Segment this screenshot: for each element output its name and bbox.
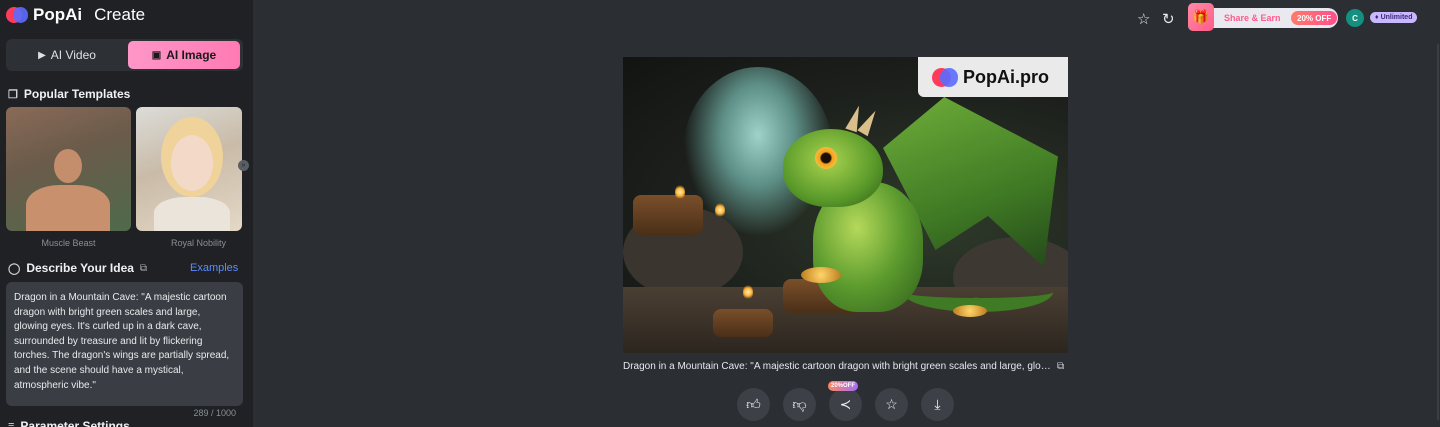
examples-link[interactable]: Examples (190, 262, 238, 274)
template-portrait-head (54, 149, 82, 183)
diamond-icon: ♦ (1375, 14, 1379, 21)
star-icon[interactable]: ☆ (1137, 10, 1150, 28)
mode-switch: ▶ AI Video ▣ AI Image (6, 39, 243, 71)
templates-next-icon[interactable]: » (238, 160, 249, 171)
torch-flame (675, 185, 685, 199)
brand-section: Create (94, 5, 146, 24)
history-icon[interactable]: ↻ (1162, 10, 1175, 28)
brand-name: PopAi (33, 5, 83, 24)
template-portrait-body (154, 197, 230, 231)
scrollbar[interactable] (1437, 44, 1439, 420)
plan-badge[interactable]: ♦ Unlimited (1370, 12, 1418, 23)
template-label: Royal Nobility (170, 238, 227, 248)
popai-logo-icon (6, 7, 28, 23)
copy-icon[interactable]: ⧉ (140, 263, 147, 274)
ai-video-label: AI Video (50, 48, 96, 62)
tree-stump (633, 195, 703, 235)
thumbs-down-icon: 👎︎ (792, 396, 807, 412)
popular-templates-title: Popular Templates (23, 87, 131, 101)
ai-image-tab[interactable]: ▣ AI Image (128, 41, 240, 69)
copy-icon[interactable]: ⧉ (1057, 361, 1064, 372)
star-icon: ☆ (885, 396, 898, 412)
thumbs-up-icon: 👍︎ (746, 396, 761, 412)
dragon-eye (815, 147, 837, 169)
parameter-settings-title: Parameter Settings (20, 419, 130, 427)
template-card-muscle-beast[interactable] (6, 107, 131, 231)
gift-icon: 🎁 (1188, 3, 1214, 31)
sliders-icon: ≡ (8, 420, 15, 427)
template-label: Muscle Beast (41, 238, 96, 248)
share-and-earn-button[interactable]: 🎁 Share & Earn 20% OFF (1188, 3, 1338, 31)
favorite-button[interactable]: ☆ (875, 388, 908, 421)
watermark-text: PopAi.pro (963, 66, 1049, 87)
dragon-head (783, 129, 883, 207)
plan-badge-label: Unlimited (1380, 14, 1413, 21)
template-portrait-face (171, 135, 213, 191)
popular-templates-heading: ❐ Popular Templates (8, 87, 130, 101)
brand[interactable]: PopAi Create (6, 4, 145, 26)
templates-icon: ❐ (8, 88, 18, 101)
prompt-char-counter: 289 / 1000 (193, 408, 236, 418)
caption-text: Dragon in a Mountain Cave: "A majestic c… (623, 361, 1055, 372)
torch-flame (743, 285, 753, 299)
discount-badge: 20% OFF (1291, 11, 1338, 25)
share-and-earn-label: Share & Earn (1224, 13, 1281, 23)
treasure-pile (801, 267, 841, 283)
image-caption: Dragon in a Mountain Cave: "A majestic c… (623, 361, 1068, 372)
describe-idea-title: Describe Your Idea (26, 261, 134, 275)
user-avatar[interactable]: C (1346, 9, 1364, 27)
like-button[interactable]: 👍︎ (737, 388, 770, 421)
sidebar: PopAi Create ▶ AI Video ▣ AI Image ❐ Pop… (0, 0, 253, 427)
dislike-button[interactable]: 👎︎ (783, 388, 816, 421)
image-actions: 👍︎ 👎︎ 20%OFF ≺ ☆ ⤓ (737, 381, 954, 421)
tree-stump (713, 309, 773, 337)
prompt-textarea[interactable]: Dragon in a Mountain Cave: "A majestic c… (6, 282, 243, 406)
download-button[interactable]: ⤓ (921, 388, 954, 421)
ai-video-tab[interactable]: ▶ AI Video (8, 41, 126, 69)
share-icon: ≺ (839, 396, 852, 412)
share-discount-badge: 20%OFF (828, 381, 859, 391)
template-portrait-body (26, 185, 110, 231)
popai-watermark: PopAi.pro (918, 57, 1068, 97)
popai-logo-icon (932, 67, 958, 87)
lightbulb-icon: ◯ (8, 262, 21, 275)
parameter-settings-heading[interactable]: ≡ Parameter Settings (8, 419, 130, 427)
torch-flame (715, 203, 725, 217)
video-icon: ▶ (38, 49, 46, 61)
describe-idea-heading: ◯ Describe Your Idea ⧉ (8, 261, 147, 275)
ai-image-label: AI Image (166, 48, 217, 62)
image-icon: ▣ (151, 49, 162, 61)
generated-image[interactable]: PopAi.pro (623, 57, 1068, 353)
share-button[interactable]: 20%OFF ≺ (828, 381, 862, 421)
treasure-pile (953, 305, 987, 317)
template-card-royal-nobility[interactable] (136, 107, 242, 231)
download-icon: ⤓ (934, 396, 941, 412)
